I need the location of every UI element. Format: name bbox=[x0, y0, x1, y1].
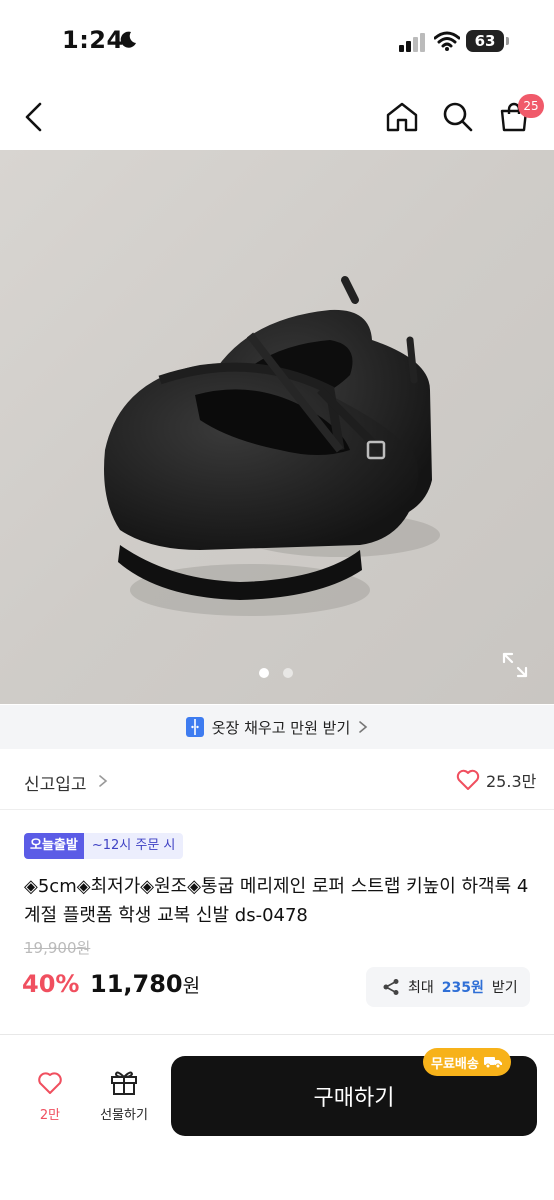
reward-suffix: 받기 bbox=[491, 980, 518, 996]
sale-price-value: 11,780 bbox=[90, 970, 183, 998]
battery-level: 63 bbox=[466, 30, 504, 52]
status-bar: 1:24 63 bbox=[0, 0, 554, 84]
home-icon bbox=[386, 102, 418, 132]
sale-price: 11,780원 bbox=[90, 970, 200, 998]
battery-indicator: 63 bbox=[466, 30, 510, 52]
cart-count-badge: 25 bbox=[518, 94, 544, 118]
wish-button[interactable]: 2만 bbox=[22, 1070, 78, 1130]
free-shipping-label: 무료배송 bbox=[431, 1056, 479, 1072]
promo-banner-text: 옷장 채우고 만원 받기 bbox=[211, 718, 351, 737]
expand-icon[interactable] bbox=[500, 650, 530, 680]
free-shipping-badge: 무료배송 bbox=[423, 1048, 511, 1076]
order-deadline-tag: ~12시 주문 시 bbox=[83, 833, 184, 859]
gift-button[interactable]: 선물하기 bbox=[86, 1068, 162, 1130]
heart-icon bbox=[38, 1072, 62, 1094]
wish-count: 2만 bbox=[39, 1108, 61, 1123]
nav-bar bbox=[0, 84, 554, 150]
reward-amount: 235원 bbox=[441, 980, 484, 996]
heart-icon bbox=[456, 769, 480, 790]
gift-icon bbox=[111, 1071, 137, 1095]
wifi-icon bbox=[434, 31, 460, 51]
home-button[interactable] bbox=[382, 97, 422, 137]
chevron-left-icon bbox=[25, 102, 42, 132]
gift-label: 선물하기 bbox=[100, 1108, 148, 1123]
signal-icon bbox=[399, 33, 425, 52]
back-button[interactable] bbox=[14, 97, 54, 137]
share-icon bbox=[383, 979, 399, 995]
search-icon bbox=[443, 102, 473, 132]
reward-share-button[interactable]: 최대 235원 받기 bbox=[366, 967, 530, 1007]
shop-row: 신고입고 25.3만 bbox=[0, 750, 554, 810]
pagination-dot-active[interactable] bbox=[259, 668, 269, 678]
shop-like-button[interactable]: 25.3만 bbox=[456, 768, 536, 792]
chevron-right-icon bbox=[99, 775, 108, 787]
promo-banner[interactable]: 옷장 채우고 만원 받기 bbox=[0, 705, 554, 749]
truck-icon bbox=[483, 1057, 502, 1069]
delivery-tags: 오늘출발 ~12시 주문 시 bbox=[24, 833, 184, 859]
product-title: ◈5cm◈최저가◈원조◈통굽 메리제인 로퍼 스트랩 키높이 하객룩 4계절 플… bbox=[24, 876, 529, 926]
product-image[interactable] bbox=[0, 150, 554, 704]
pagination-dot[interactable] bbox=[283, 668, 293, 678]
closet-icon bbox=[185, 717, 204, 737]
shoes-illustration bbox=[104, 276, 440, 616]
moon-icon bbox=[120, 31, 136, 48]
original-price: 19,900원 bbox=[24, 939, 91, 957]
today-shipping-tag: 오늘출발 bbox=[24, 833, 84, 859]
search-button[interactable] bbox=[438, 97, 478, 137]
reward-prefix: 최대 bbox=[408, 980, 434, 996]
divider bbox=[0, 1034, 554, 1035]
discount-rate: 40% bbox=[22, 970, 80, 998]
status-time: 1:24 bbox=[62, 26, 124, 54]
shop-like-count: 25.3만 bbox=[486, 772, 537, 791]
sale-price-unit: 원 bbox=[182, 975, 201, 997]
chevron-right-icon bbox=[359, 721, 368, 733]
battery-tip bbox=[506, 37, 509, 45]
shop-name-link[interactable]: 신고입고 bbox=[24, 770, 87, 795]
